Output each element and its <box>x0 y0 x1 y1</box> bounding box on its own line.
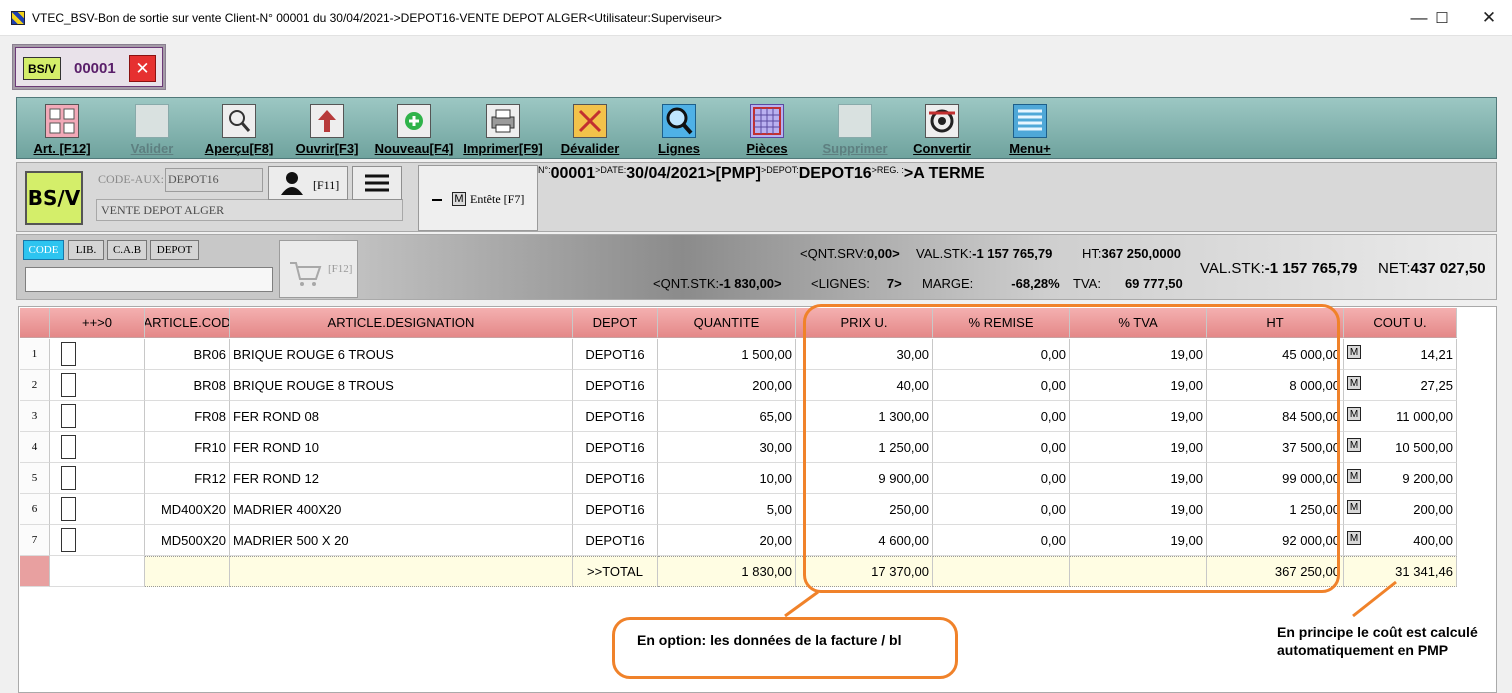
annotation-connectors <box>784 580 1397 618</box>
connector-line-1 <box>784 590 819 618</box>
connector-line-2 <box>1352 580 1397 618</box>
